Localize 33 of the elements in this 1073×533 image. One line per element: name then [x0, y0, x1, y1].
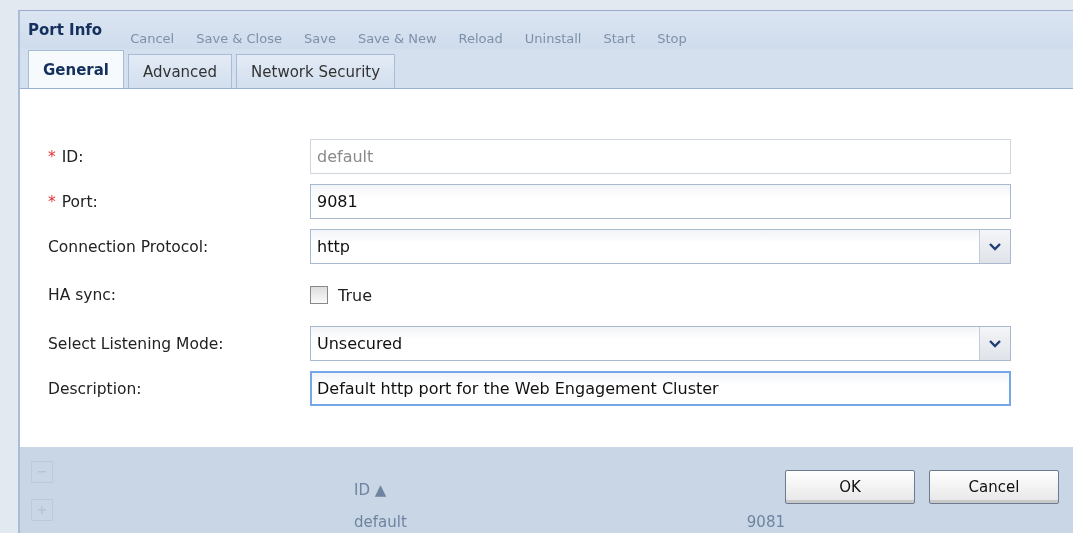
- background-column-header: ID ▲: [354, 480, 388, 499]
- dialog-button[interactable]: OK: [785, 469, 915, 504]
- field-label: Select Listening Mode:: [48, 334, 224, 353]
- background-toolbar-item: Save & Close: [196, 30, 282, 46]
- background-toolbar-item: Cancel: [130, 30, 175, 46]
- field-label: Description:: [48, 379, 142, 398]
- tab[interactable]: Advanced: [128, 54, 233, 88]
- background-toolbar-item: Reload: [458, 30, 503, 46]
- dialog-button[interactable]: Cancel: [929, 469, 1059, 504]
- field-label: Connection Protocol:: [48, 237, 209, 256]
- dropdown-field[interactable]: Unsecured: [310, 326, 1011, 361]
- checkbox[interactable]: [310, 286, 328, 304]
- dropdown-field[interactable]: http: [310, 229, 1011, 264]
- input-field[interactable]: 9081: [310, 184, 1011, 219]
- tab[interactable]: Network Security: [236, 54, 396, 88]
- dropdown-caret-icon[interactable]: [979, 327, 1010, 360]
- required-marker: *: [48, 147, 56, 166]
- background-toolbar-item: Save: [303, 30, 336, 46]
- input-field[interactable]: Default http port for the Web Engagement Cluster: [310, 371, 1011, 406]
- window-title: Port Info: [28, 21, 103, 39]
- background-toolbar-item: Stop: [657, 30, 687, 46]
- required-marker: *: [48, 192, 56, 211]
- field-label: HA sync:: [48, 286, 116, 304]
- background-table-cell: default: [354, 512, 407, 531]
- checkbox-label: True: [338, 285, 372, 305]
- background-toolbar-item: Save & New: [357, 30, 437, 46]
- field-label: ID:: [61, 147, 84, 166]
- background-table-cell: 9081: [746, 512, 785, 531]
- background-toolbar-item: Start: [603, 30, 636, 46]
- field-label: Port:: [61, 192, 98, 211]
- background-toolbar-item: Uninstall: [524, 30, 582, 46]
- tab[interactable]: General: [28, 50, 124, 88]
- dropdown-caret-icon[interactable]: [979, 230, 1010, 263]
